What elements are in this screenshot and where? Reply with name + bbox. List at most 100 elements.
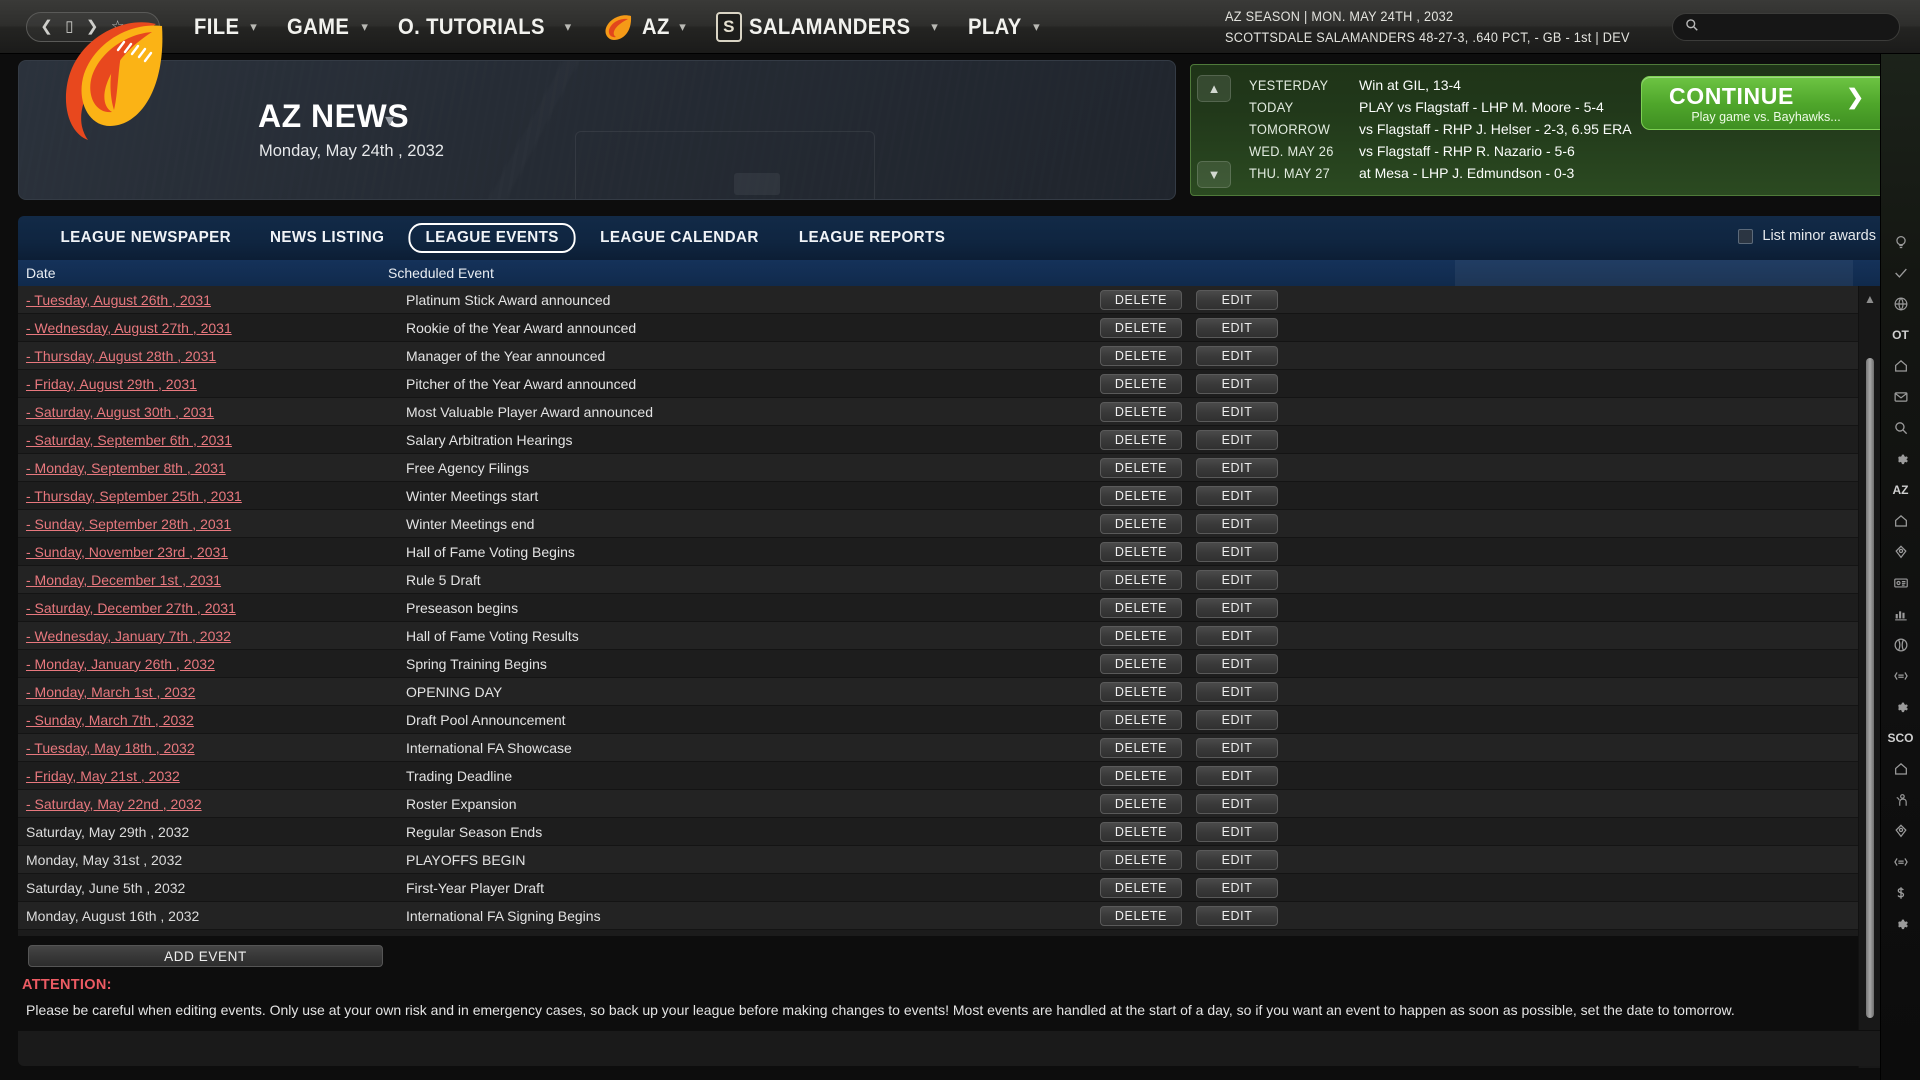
edit-button[interactable]: EDIT bbox=[1196, 429, 1278, 450]
gear-icon[interactable] bbox=[1881, 443, 1920, 474]
event-date[interactable]: - Saturday, September 6th , 2031 bbox=[26, 432, 232, 448]
menu-file[interactable]: FILE ▾ bbox=[194, 14, 257, 40]
search-box[interactable] bbox=[1672, 13, 1900, 41]
transaction-icon[interactable] bbox=[1881, 660, 1920, 691]
edit-button[interactable]: EDIT bbox=[1196, 793, 1278, 814]
tab-league-newspaper[interactable]: LEAGUE NEWSPAPER bbox=[45, 223, 246, 253]
edit-button[interactable]: EDIT bbox=[1196, 905, 1278, 926]
delete-button[interactable]: DELETE bbox=[1100, 849, 1182, 870]
back-icon[interactable]: ❮ bbox=[40, 19, 53, 34]
edit-button[interactable]: EDIT bbox=[1196, 401, 1278, 422]
location-pin-icon[interactable] bbox=[1881, 815, 1920, 846]
menu-play[interactable]: PLAY ▾ bbox=[968, 14, 1040, 40]
mail-icon[interactable] bbox=[1881, 381, 1920, 412]
menu-salamanders[interactable]: S SALAMANDERS ▾ bbox=[715, 11, 938, 42]
event-date[interactable]: - Sunday, September 28th , 2031 bbox=[26, 516, 231, 532]
schedule-row[interactable]: THU. MAY 27 at Mesa - LHP J. Edmundson - … bbox=[1249, 162, 1632, 184]
edit-button[interactable]: EDIT bbox=[1196, 709, 1278, 730]
bar-chart-icon[interactable] bbox=[1881, 598, 1920, 629]
edit-button[interactable]: EDIT bbox=[1196, 765, 1278, 786]
event-date[interactable]: - Friday, May 21st , 2032 bbox=[26, 768, 180, 784]
event-date[interactable]: - Thursday, August 28th , 2031 bbox=[26, 348, 216, 364]
globe-icon[interactable] bbox=[1881, 288, 1920, 319]
event-date[interactable]: - Monday, March 1st , 2032 bbox=[26, 684, 195, 700]
search-input[interactable] bbox=[1705, 19, 1885, 35]
schedule-row[interactable]: TOMORROW vs Flagstaff - RHP J. Helser - 2… bbox=[1249, 118, 1632, 140]
edit-button[interactable]: EDIT bbox=[1196, 485, 1278, 506]
edit-button[interactable]: EDIT bbox=[1196, 457, 1278, 478]
event-date[interactable]: - Tuesday, May 18th , 2032 bbox=[26, 740, 195, 756]
scroll-up-icon[interactable]: ▲ bbox=[1859, 288, 1881, 310]
edit-button[interactable]: EDIT bbox=[1196, 625, 1278, 646]
edit-button[interactable]: EDIT bbox=[1196, 513, 1278, 534]
gear-icon[interactable] bbox=[1881, 691, 1920, 722]
scrollbar-thumb[interactable] bbox=[1866, 358, 1874, 1018]
event-date[interactable]: - Saturday, December 27th , 2031 bbox=[26, 600, 236, 616]
menu-game[interactable]: GAME ▾ bbox=[287, 14, 368, 40]
transaction-icon[interactable] bbox=[1881, 846, 1920, 877]
list-minor-awards-checkbox[interactable]: List minor awards bbox=[1738, 228, 1876, 244]
delete-button[interactable]: DELETE bbox=[1100, 429, 1182, 450]
id-card-icon[interactable] bbox=[1881, 567, 1920, 598]
delete-button[interactable]: DELETE bbox=[1100, 737, 1182, 758]
delete-button[interactable]: DELETE bbox=[1100, 793, 1182, 814]
tab-league-reports[interactable]: LEAGUE REPORTS bbox=[784, 223, 961, 253]
delete-button[interactable]: DELETE bbox=[1100, 401, 1182, 422]
delete-button[interactable]: DELETE bbox=[1100, 373, 1182, 394]
tab-league-calendar[interactable]: LEAGUE CALENDAR bbox=[585, 223, 774, 253]
home-icon[interactable] bbox=[1881, 350, 1920, 381]
event-date[interactable]: - Thursday, September 25th , 2031 bbox=[26, 488, 242, 504]
gear-icon[interactable] bbox=[1881, 908, 1920, 939]
edit-button[interactable]: EDIT bbox=[1196, 541, 1278, 562]
event-date[interactable]: - Monday, September 8th , 2031 bbox=[26, 460, 226, 476]
event-date[interactable]: - Monday, January 26th , 2032 bbox=[26, 656, 215, 672]
edit-button[interactable]: EDIT bbox=[1196, 345, 1278, 366]
delete-button[interactable]: DELETE bbox=[1100, 345, 1182, 366]
event-date[interactable]: - Wednesday, January 7th , 2032 bbox=[26, 628, 231, 644]
event-date[interactable]: - Friday, August 29th , 2031 bbox=[26, 376, 197, 392]
edit-button[interactable]: EDIT bbox=[1196, 317, 1278, 338]
tab-league-events[interactable]: LEAGUE EVENTS bbox=[408, 223, 576, 253]
delete-button[interactable]: DELETE bbox=[1100, 877, 1182, 898]
menu-tutorials[interactable]: O. TUTORIALS ▾ bbox=[398, 14, 571, 40]
edit-button[interactable]: EDIT bbox=[1196, 737, 1278, 758]
chevron-down-icon[interactable]: ▾ bbox=[385, 110, 394, 131]
schedule-row[interactable]: TODAY PLAY vs Flagstaff - LHP M. Moore - … bbox=[1249, 96, 1632, 118]
menu-az[interactable]: AZ ▾ bbox=[601, 12, 686, 42]
edit-button[interactable]: EDIT bbox=[1196, 877, 1278, 898]
delete-button[interactable]: DELETE bbox=[1100, 709, 1182, 730]
edit-button[interactable]: EDIT bbox=[1196, 569, 1278, 590]
baseball-icon[interactable] bbox=[1881, 629, 1920, 660]
continue-button[interactable]: CONTINUE ❯ Play game vs. Bayhawks... bbox=[1641, 76, 1891, 130]
dollar-icon[interactable] bbox=[1881, 877, 1920, 908]
schedule-scroll-down-icon[interactable]: ▼ bbox=[1197, 161, 1231, 188]
delete-button[interactable]: DELETE bbox=[1100, 317, 1182, 338]
event-date[interactable]: - Sunday, March 7th , 2032 bbox=[26, 712, 194, 728]
location-pin-icon[interactable] bbox=[1881, 536, 1920, 567]
event-date[interactable]: - Saturday, August 30th , 2031 bbox=[26, 404, 214, 420]
edit-button[interactable]: EDIT bbox=[1196, 653, 1278, 674]
edit-button[interactable]: EDIT bbox=[1196, 849, 1278, 870]
home-icon[interactable] bbox=[1881, 505, 1920, 536]
delete-button[interactable]: DELETE bbox=[1100, 485, 1182, 506]
search-icon[interactable] bbox=[1881, 412, 1920, 443]
event-date[interactable]: - Wednesday, August 27th , 2031 bbox=[26, 320, 232, 336]
delete-button[interactable]: DELETE bbox=[1100, 289, 1182, 310]
delete-button[interactable]: DELETE bbox=[1100, 681, 1182, 702]
delete-button[interactable]: DELETE bbox=[1100, 513, 1182, 534]
add-event-button[interactable]: ADD EVENT bbox=[28, 945, 383, 967]
delete-button[interactable]: DELETE bbox=[1100, 821, 1182, 842]
schedule-row[interactable]: YESTERDAY Win at GIL, 13-4 bbox=[1249, 74, 1632, 96]
schedule-scroll-up-icon[interactable]: ▲ bbox=[1197, 75, 1231, 102]
rail-label-az[interactable]: AZ bbox=[1881, 474, 1920, 505]
delete-button[interactable]: DELETE bbox=[1100, 653, 1182, 674]
schedule-row[interactable]: WED. MAY 26 vs Flagstaff - RHP R. Nazario… bbox=[1249, 140, 1632, 162]
check-icon[interactable] bbox=[1881, 257, 1920, 288]
checkbox-box[interactable] bbox=[1738, 228, 1754, 244]
tab-news-listing[interactable]: NEWS LISTING bbox=[255, 223, 400, 253]
coach-icon[interactable] bbox=[1881, 784, 1920, 815]
delete-button[interactable]: DELETE bbox=[1100, 457, 1182, 478]
delete-button[interactable]: DELETE bbox=[1100, 541, 1182, 562]
event-date[interactable]: - Monday, December 1st , 2031 bbox=[26, 572, 221, 588]
rail-label-ot[interactable]: OT bbox=[1881, 319, 1920, 350]
